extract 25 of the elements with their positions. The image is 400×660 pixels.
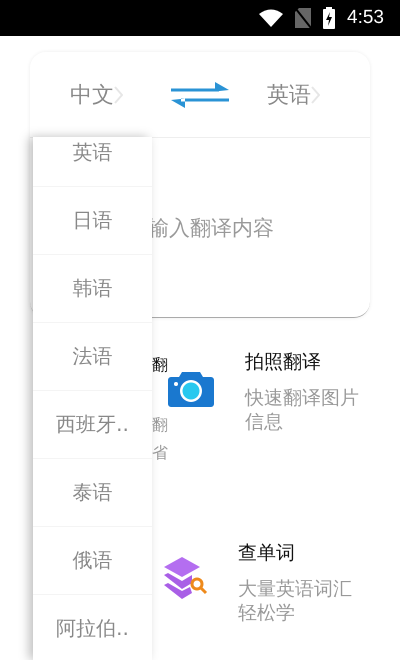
source-language-selector[interactable]: 中文 (70, 80, 123, 110)
feature-description: 大量英语词汇 轻松学 (238, 577, 352, 625)
language-option[interactable]: 俄语 (33, 527, 152, 595)
wifi-icon (259, 9, 284, 27)
chevron-right-icon (311, 86, 320, 104)
language-option[interactable]: 法语 (33, 323, 152, 391)
language-option[interactable]: 泰语 (33, 459, 152, 527)
book-stack-search-icon (162, 557, 208, 599)
language-option[interactable]: 西班牙.. (33, 391, 152, 459)
language-option[interactable]: 英语 (33, 137, 152, 187)
camera-icon (168, 372, 214, 407)
language-option[interactable]: 日语 (33, 187, 152, 255)
feature-title: 查单词 (238, 541, 296, 565)
feature-title: 拍照翻译 (245, 350, 322, 374)
feature-description: 快速翻译图片 信息 (245, 386, 359, 434)
no-sim-icon (295, 8, 312, 28)
language-option[interactable]: 阿拉伯.. (33, 595, 152, 660)
language-option[interactable]: 韩语 (33, 255, 152, 323)
target-language-selector[interactable]: 英语 (267, 80, 320, 110)
clock-time: 4:53 (347, 7, 384, 29)
chevron-right-icon (114, 86, 123, 104)
battery-charging-icon (323, 7, 336, 29)
feature-title: 翻 (152, 354, 168, 376)
feature-description: 翻 省 (152, 414, 168, 464)
swap-arrows-icon[interactable] (169, 80, 231, 110)
